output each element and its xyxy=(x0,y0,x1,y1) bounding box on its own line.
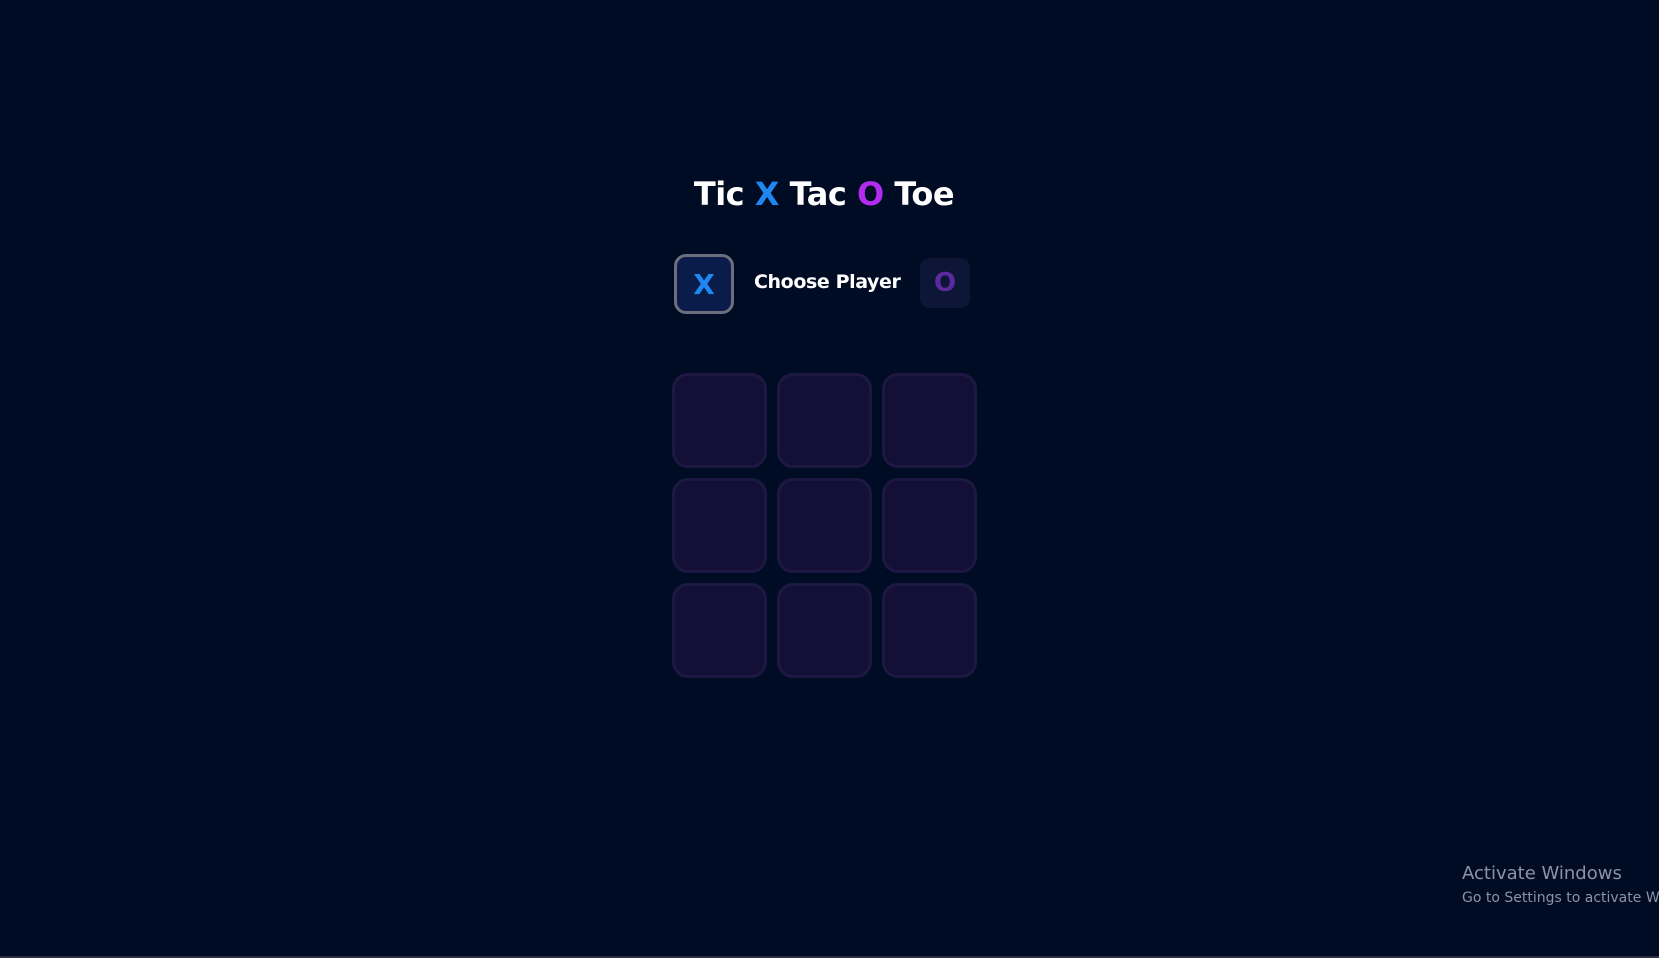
watermark-subtitle: Go to Settings to activate Windows. xyxy=(1462,890,1659,906)
choose-o-button[interactable]: O xyxy=(920,258,970,308)
title-x-mark: X xyxy=(754,175,780,213)
game-screen: Tic X Tac O Toe X Choose Player O Activa… xyxy=(0,0,1659,958)
board-cell-5[interactable] xyxy=(777,478,872,573)
choose-player-label: Choose Player xyxy=(754,271,901,293)
game-title: Tic X Tac O Toe xyxy=(0,175,1648,213)
board-cell-3[interactable] xyxy=(882,373,977,468)
board-cell-4[interactable] xyxy=(672,478,767,573)
board-cell-9[interactable] xyxy=(882,583,977,678)
title-o-mark: O xyxy=(857,175,884,213)
board-cell-1[interactable] xyxy=(672,373,767,468)
board-cell-2[interactable] xyxy=(777,373,872,468)
activate-windows-watermark: Activate Windows Go to Settings to activ… xyxy=(1462,862,1659,908)
board-cell-6[interactable] xyxy=(882,478,977,573)
board-cell-8[interactable] xyxy=(777,583,872,678)
choose-x-button[interactable]: X xyxy=(674,254,734,314)
title-tic: Tic xyxy=(693,175,745,213)
game-board xyxy=(672,373,977,678)
board-cell-7[interactable] xyxy=(672,583,767,678)
title-tac: Tac xyxy=(789,175,847,213)
player-chooser: X Choose Player O xyxy=(674,254,976,314)
title-toe: Toe xyxy=(894,175,955,213)
watermark-title: Activate Windows xyxy=(1462,863,1622,884)
